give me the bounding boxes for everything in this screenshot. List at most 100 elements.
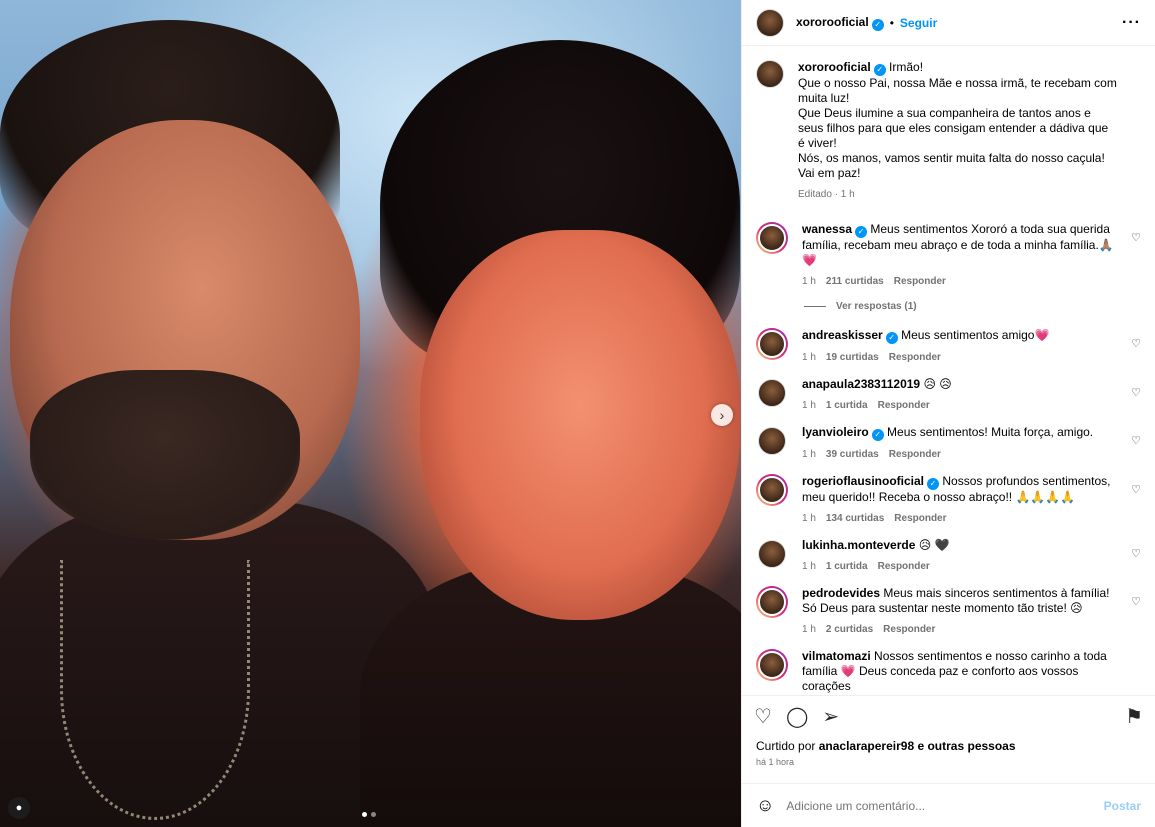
heart-icon[interactable]: ♡ — [1131, 337, 1141, 350]
post-panel: xororooficial ✓ • Seguir ··· xororooficia… — [741, 0, 1155, 827]
comment-likes[interactable]: 134 curtidas — [826, 513, 884, 524]
post-photo: › ● — [0, 0, 741, 827]
verified-icon: ✓ — [885, 332, 898, 344]
action-bar: ♡ ◯ ➢ ⚑ — [742, 695, 1155, 737]
divider — [804, 306, 826, 307]
caption-line: Irmão! — [889, 60, 924, 74]
carousel-dot — [371, 812, 376, 817]
reply-button[interactable]: Responder — [889, 449, 941, 460]
heart-icon[interactable]: ♡ — [1131, 595, 1141, 608]
story-ring[interactable] — [756, 328, 788, 360]
carousel-dots — [362, 812, 376, 817]
post-header: xororooficial ✓ • Seguir ··· — [742, 0, 1155, 46]
caption-line: Que Deus ilumine a sua companheira de ta… — [798, 106, 1109, 150]
carousel-dot — [362, 812, 367, 817]
next-photo-button[interactable]: › — [711, 404, 733, 426]
heart-icon[interactable]: ♡ — [1131, 231, 1141, 244]
liked-by-user[interactable]: anaclarapereir98 — [819, 739, 914, 753]
send-icon[interactable]: ➢ — [822, 704, 839, 729]
comment-likes[interactable]: 19 curtidas — [826, 352, 879, 363]
photo-region — [420, 230, 740, 620]
avatar[interactable] — [756, 60, 784, 88]
photo-region — [30, 370, 300, 540]
comment-item: lyanvioleiro ✓ Meus sentimentos! Muita fo… — [756, 425, 1141, 460]
avatar — [758, 588, 786, 616]
user-icon: ● — [15, 802, 23, 814]
heart-icon[interactable]: ♡ — [1131, 386, 1141, 399]
comment-text: Meus sentimentos amigo💗 — [901, 328, 1050, 342]
story-ring[interactable] — [756, 474, 788, 506]
comment-username[interactable]: lukinha.monteverde — [802, 538, 915, 552]
comment-likes[interactable]: 39 curtidas — [826, 449, 879, 460]
comment-text: 😥 😥 — [923, 377, 952, 391]
avatar[interactable] — [756, 8, 784, 37]
post-comment-button[interactable]: Postar — [1104, 799, 1141, 813]
follow-button[interactable]: Seguir — [900, 16, 937, 30]
reply-button[interactable]: Responder — [894, 513, 946, 524]
comment-time: 1 h — [802, 624, 816, 635]
comment-username[interactable]: wanessa — [802, 222, 852, 236]
comment-item: wanessa ✓ Meus sentimentos Xororó a toda … — [756, 222, 1141, 287]
heart-icon[interactable]: ♡ — [1131, 434, 1141, 447]
caption: xororooficial ✓ Irmão! Que o nosso Pai, n… — [756, 60, 1141, 200]
story-ring[interactable] — [756, 222, 788, 254]
reply-button[interactable]: Responder — [889, 352, 941, 363]
comment-likes[interactable]: 211 curtidas — [826, 276, 884, 287]
comment-likes[interactable]: 2 curtidas — [826, 624, 873, 635]
reply-button[interactable]: Responder — [883, 624, 935, 635]
comment-time: 1 h — [802, 276, 816, 287]
view-replies-button[interactable]: Ver respostas (1) — [804, 301, 1141, 312]
comment-item: vilmatomazi Nossos sentimentos e nosso c… — [756, 649, 1141, 694]
story-ring[interactable] — [756, 649, 788, 681]
add-comment-bar: ☺ Postar — [742, 783, 1155, 827]
view-replies-label: Ver respostas (1) — [836, 301, 917, 312]
emoji-icon[interactable]: ☺ — [756, 795, 774, 816]
caption-line: Vai em paz! — [798, 166, 861, 180]
caption-line: Nós, os manos, vamos sentir muita falta … — [798, 151, 1105, 165]
avatar — [758, 224, 786, 252]
comment-icon[interactable]: ◯ — [786, 704, 808, 729]
more-horizontal-icon[interactable]: ··· — [1122, 14, 1141, 32]
comment-username[interactable]: lyanvioleiro — [802, 425, 869, 439]
comment-likes[interactable]: 1 curtida — [826, 400, 868, 411]
separator: • — [889, 15, 894, 30]
comment-item: pedrodevides Meus mais sinceros sentimen… — [756, 586, 1141, 635]
comment-time: 1 h — [802, 449, 816, 460]
comment-time: 1 h — [802, 561, 816, 572]
verified-icon: ✓ — [855, 226, 868, 238]
avatar[interactable] — [758, 379, 786, 407]
verified-icon: ✓ — [871, 18, 884, 31]
heart-icon[interactable]: ♡ — [1131, 547, 1141, 560]
comment-input[interactable] — [786, 798, 1104, 813]
liked-by-prefix: Curtido por — [756, 739, 816, 753]
post-time[interactable]: há 1 hora — [742, 753, 1155, 767]
reply-button[interactable]: Responder — [878, 561, 930, 572]
comment-username[interactable]: anapaula2383112019 — [802, 377, 920, 391]
liked-by: Curtido por anaclarapereir98 e outras pe… — [742, 737, 1155, 753]
comment-item: andreaskisser ✓ Meus sentimentos amigo💗 1… — [756, 328, 1141, 363]
comment-username[interactable]: pedrodevides — [802, 586, 880, 600]
comment-username[interactable]: rogerioflausinooficial — [802, 474, 924, 488]
comment-likes[interactable]: 1 curtida — [826, 561, 868, 572]
story-ring[interactable] — [756, 586, 788, 618]
reply-button[interactable]: Responder — [894, 276, 946, 287]
avatar[interactable] — [758, 540, 786, 568]
comment-item: rogerioflausinooficial ✓ Nossos profundos… — [756, 474, 1141, 524]
heart-icon[interactable]: ♡ — [1131, 483, 1141, 496]
comment-username[interactable]: vilmatomazi — [802, 649, 871, 663]
comment-username[interactable]: andreaskisser — [802, 328, 883, 342]
author-username[interactable]: xororooficial ✓ — [796, 15, 884, 31]
avatar — [758, 476, 786, 504]
comment-item: lukinha.monteverde 😥 🖤 1 h 1 curtida Respo… — [756, 538, 1141, 572]
caption-username[interactable]: xororooficial — [798, 60, 871, 74]
comment-time: 1 h — [802, 400, 816, 411]
comments-list[interactable]: xororooficial ✓ Irmão! Que o nosso Pai, n… — [742, 46, 1155, 695]
tagged-users-button[interactable]: ● — [8, 797, 30, 819]
verified-icon: ✓ — [873, 64, 886, 76]
bookmark-icon[interactable]: ⚑ — [1125, 704, 1143, 729]
heart-icon[interactable]: ♡ — [754, 704, 772, 729]
comment-time: 1 h — [802, 513, 816, 524]
avatar[interactable] — [758, 427, 786, 455]
reply-button[interactable]: Responder — [878, 400, 930, 411]
liked-by-others[interactable]: e outras pessoas — [917, 739, 1015, 753]
